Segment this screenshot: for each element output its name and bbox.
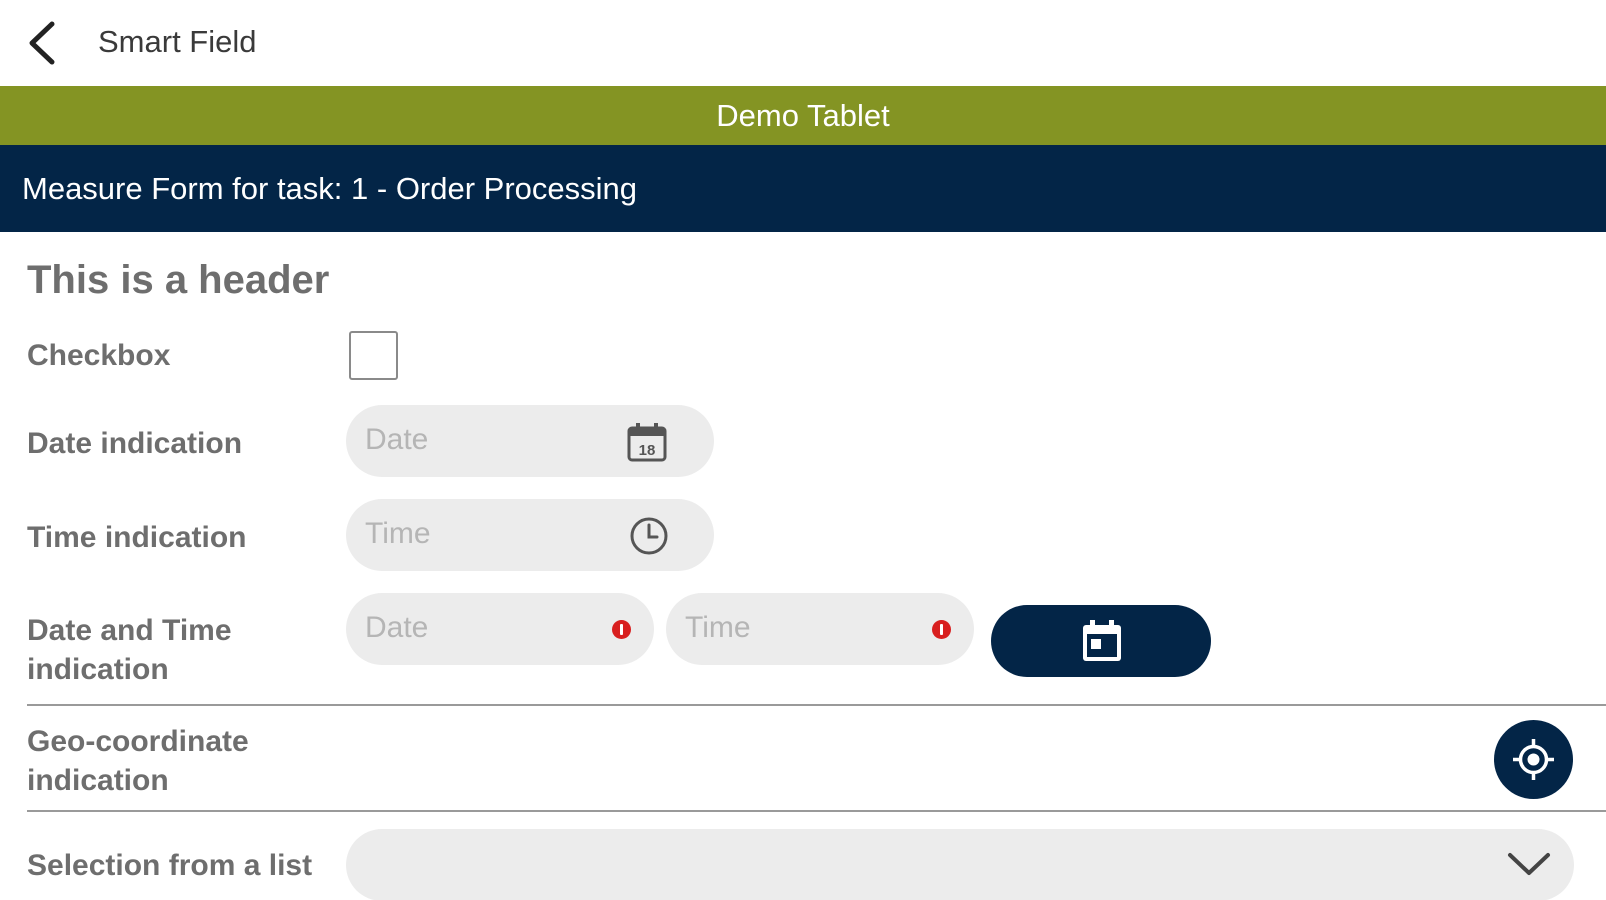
divider	[27, 704, 1606, 706]
app-title: Smart Field	[98, 24, 257, 59]
error-icon	[612, 620, 631, 639]
date-indication-label: Date indication	[27, 427, 243, 460]
selection-label: Selection from a list	[27, 849, 313, 882]
selection-dropdown[interactable]	[346, 829, 1574, 900]
app-bar: Smart Field	[0, 0, 1606, 86]
form-title-bar: Measure Form for task: 1 - Order Process…	[0, 145, 1606, 232]
date-input[interactable]: Date 18	[346, 405, 714, 477]
gps-location-icon	[1513, 739, 1554, 780]
geo-label-line1: Geo-coordinate	[27, 725, 249, 758]
date-time-label-line1: Date and Time	[27, 614, 232, 647]
datetime-time-placeholder: Time	[685, 611, 751, 644]
datetime-date-placeholder: Date	[365, 611, 429, 644]
error-icon	[932, 620, 951, 639]
checkbox-label: Checkbox	[27, 339, 171, 372]
device-banner: Demo Tablet	[0, 86, 1606, 145]
date-time-picker-button[interactable]	[991, 605, 1211, 677]
svg-text:18: 18	[639, 442, 656, 459]
geo-label-line2: indication	[27, 764, 169, 797]
date-placeholder: Date	[365, 423, 429, 456]
divider	[27, 810, 1606, 812]
date-time-label-line2: indication	[27, 653, 169, 686]
checkbox[interactable]	[349, 331, 398, 380]
back-button[interactable]	[22, 18, 66, 68]
arrow-back-icon	[29, 21, 55, 65]
get-location-button[interactable]	[1494, 720, 1573, 799]
chevron-down-icon	[1508, 853, 1550, 875]
datetime-date-input[interactable]: Date	[346, 593, 654, 665]
section-header: This is a header	[27, 258, 330, 302]
datetime-time-input[interactable]: Time	[666, 593, 974, 665]
calendar-icon: 18	[627, 423, 667, 462]
calendar-today-icon	[1083, 620, 1121, 661]
clock-icon	[630, 517, 668, 555]
time-input[interactable]: Time	[346, 499, 714, 571]
time-indication-label: Time indication	[27, 521, 247, 554]
time-placeholder: Time	[365, 517, 431, 550]
